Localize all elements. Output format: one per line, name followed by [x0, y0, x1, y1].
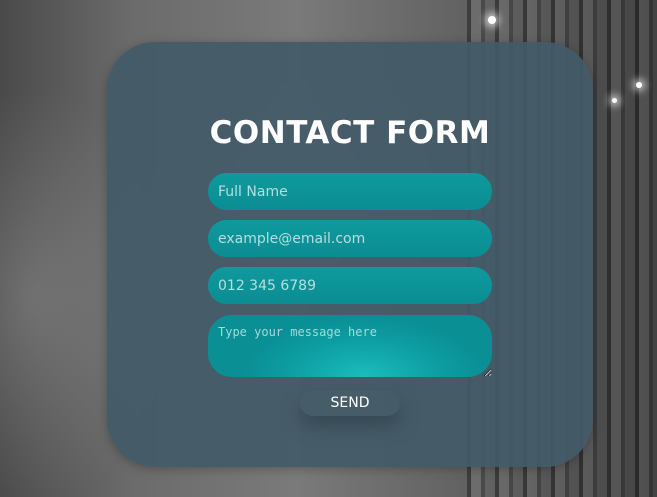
phone-input[interactable] — [208, 267, 492, 304]
send-button[interactable]: SEND — [300, 390, 400, 416]
background-light — [612, 98, 617, 103]
background-light — [488, 16, 496, 24]
background-light — [636, 82, 642, 88]
email-input[interactable] — [208, 220, 492, 257]
form-title: CONTACT FORM — [209, 115, 491, 151]
message-textarea[interactable] — [208, 315, 492, 377]
contact-form-card: CONTACT FORM SEND — [107, 42, 593, 467]
full-name-input[interactable] — [208, 173, 492, 210]
